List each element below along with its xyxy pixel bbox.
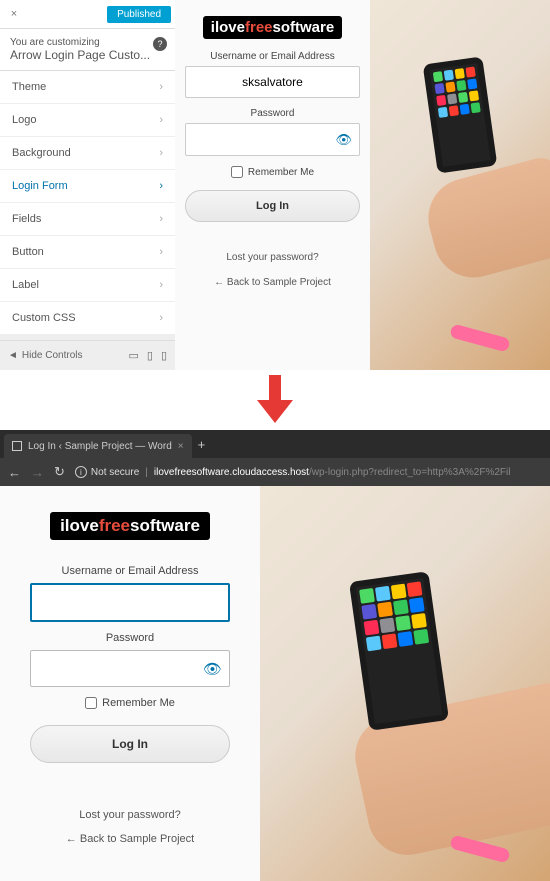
background-image xyxy=(260,486,550,881)
username-input[interactable] xyxy=(30,583,230,622)
mobile-icon[interactable]: ▯ xyxy=(161,349,167,362)
security-indicator[interactable]: i Not secure xyxy=(75,466,139,478)
tablet-icon[interactable]: ▯ xyxy=(147,349,153,362)
sidebar-item-login-form[interactable]: Login Form› xyxy=(0,170,175,203)
login-form-area: ilovefreesoftware Username or Email Addr… xyxy=(0,486,260,881)
sidebar-item-custom-css[interactable]: Custom CSS› xyxy=(0,302,175,335)
site-logo: ilovefreesoftware xyxy=(50,512,210,540)
sidebar-item-background[interactable]: Background› xyxy=(0,137,175,170)
new-tab-button[interactable]: + xyxy=(198,437,206,452)
password-input[interactable] xyxy=(30,650,230,687)
username-label: Username or Email Address xyxy=(210,51,335,62)
lost-password-link[interactable]: Lost your password? xyxy=(226,252,318,263)
device-toggle: ▭ ▯ ▯ xyxy=(128,349,167,362)
phone-graphic xyxy=(349,571,449,731)
password-label: Password xyxy=(251,108,295,119)
browser-tab-bar: Log In ‹ Sample Project — Word × + xyxy=(0,430,550,458)
back-icon[interactable]: ← xyxy=(8,465,21,480)
sidebar-item-button[interactable]: Button› xyxy=(0,236,175,269)
top-screenshot: × Published ? You are customizing Arrow … xyxy=(0,0,550,370)
arm-graphic xyxy=(419,154,550,287)
sidebar-item-fields[interactable]: Fields› xyxy=(0,203,175,236)
password-wrap: 👁 xyxy=(185,123,360,156)
eye-icon[interactable]: 👁 xyxy=(335,132,352,148)
username-input[interactable] xyxy=(185,66,360,98)
help-icon[interactable]: ? xyxy=(153,37,167,51)
sidebar-item-logo[interactable]: Logo› xyxy=(0,104,175,137)
customizer-sidebar: × Published ? You are customizing Arrow … xyxy=(0,0,175,370)
customizer-header: × Published xyxy=(0,0,175,29)
password-input[interactable] xyxy=(185,123,360,156)
password-wrap: 👁 xyxy=(30,650,230,687)
not-secure-label: Not secure xyxy=(91,467,139,478)
remember-checkbox[interactable] xyxy=(85,697,97,709)
chevron-left-icon: ◄ xyxy=(8,350,18,361)
remember-label: Remember Me xyxy=(102,697,175,709)
login-button[interactable]: Log In xyxy=(30,725,230,763)
refresh-icon[interactable]: ↻ xyxy=(54,464,65,480)
close-icon[interactable]: × xyxy=(178,441,184,452)
remember-me[interactable]: Remember Me xyxy=(231,166,314,178)
eye-icon[interactable]: 👁 xyxy=(203,660,222,678)
publish-button[interactable]: Published xyxy=(107,6,171,23)
sidebar-item-theme[interactable]: Theme› xyxy=(0,71,175,104)
background-image xyxy=(370,0,550,370)
tab-title: Log In ‹ Sample Project — Word xyxy=(28,441,172,452)
back-link[interactable]: ← Back to Sample Project xyxy=(214,277,331,288)
remember-label: Remember Me xyxy=(248,167,314,178)
arrow-down-icon xyxy=(255,375,295,425)
page-content: ilovefreesoftware Username or Email Addr… xyxy=(0,486,550,881)
desktop-icon[interactable]: ▭ xyxy=(128,349,138,362)
login-preview: ilovefreesoftware Username or Email Addr… xyxy=(175,0,370,370)
customizer-title-block: ? You are customizing Arrow Login Page C… xyxy=(0,29,175,71)
sidebar-item-label[interactable]: Label› xyxy=(0,269,175,302)
url-text: ilovefreesoftware.cloudaccess.host/wp-lo… xyxy=(154,467,511,478)
highlighter-graphic xyxy=(449,323,511,352)
bottom-screenshot: Log In ‹ Sample Project — Word × + ← → ↻… xyxy=(0,430,550,881)
customizer-subtitle: You are customizing xyxy=(10,37,165,48)
back-link[interactable]: ← Back to Sample Project xyxy=(66,833,194,845)
forward-icon[interactable]: → xyxy=(31,465,44,480)
customizer-menu: Theme›Logo›Background›Login Form›Fields›… xyxy=(0,71,175,335)
remember-me[interactable]: Remember Me xyxy=(85,697,175,709)
address-bar: ← → ↻ i Not secure | ilovefreesoftware.c… xyxy=(0,458,550,486)
info-icon: i xyxy=(75,466,87,478)
lost-password-link[interactable]: Lost your password? xyxy=(79,809,181,821)
hide-controls-label: Hide Controls xyxy=(22,350,83,361)
page-icon xyxy=(12,441,22,451)
phone-graphic xyxy=(423,56,498,173)
url-bar[interactable]: i Not secure | ilovefreesoftware.cloudac… xyxy=(75,466,542,478)
customizer-footer: ◄ Hide Controls ▭ ▯ ▯ xyxy=(0,340,175,370)
browser-tab[interactable]: Log In ‹ Sample Project — Word × xyxy=(4,434,192,458)
username-label: Username or Email Address xyxy=(62,565,199,577)
preview-area: ilovefreesoftware Username or Email Addr… xyxy=(175,0,550,370)
site-logo: ilovefreesoftware xyxy=(203,16,342,39)
close-icon[interactable]: × xyxy=(4,4,24,24)
remember-checkbox[interactable] xyxy=(231,166,243,178)
password-label: Password xyxy=(106,632,154,644)
customizer-title: Arrow Login Page Custo... xyxy=(10,48,165,62)
hide-controls-button[interactable]: ◄ Hide Controls xyxy=(8,350,83,361)
login-button[interactable]: Log In xyxy=(185,190,360,222)
